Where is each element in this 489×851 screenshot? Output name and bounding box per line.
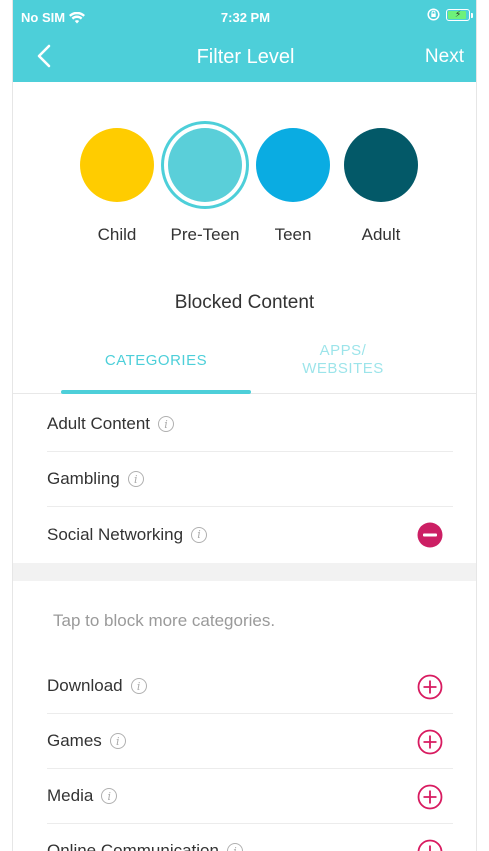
level-child[interactable]: Child [67, 118, 167, 245]
category-name: Media [47, 786, 94, 805]
available-category-row: Media i [47, 769, 453, 824]
blocked-content-title: Blocked Content [174, 292, 315, 313]
plus-circle-icon[interactable] [417, 729, 443, 755]
status-right: ⚡ [427, 8, 473, 21]
blocked-category-row: Gambling i [47, 452, 453, 507]
filter-level-selector: Child Pre-Teen Teen Adult [13, 118, 476, 248]
plus-circle-icon[interactable] [417, 839, 443, 851]
blocked-category-row: Adult Content i [47, 397, 453, 452]
orientation-lock-icon [427, 8, 440, 21]
tab-categories[interactable]: CATEGORIES [61, 336, 251, 394]
blocked-category-row: Social Networking i [47, 507, 453, 562]
category-name: Social Networking [47, 524, 184, 544]
block-more-hint: Tap to block more categories. [53, 611, 276, 630]
info-icon[interactable]: i [158, 416, 175, 432]
level-dot[interactable] [344, 128, 418, 202]
info-icon[interactable]: i [101, 788, 118, 804]
category-name: Download [47, 676, 123, 695]
level-dot-selected[interactable] [168, 128, 242, 202]
category-name: Gambling [47, 469, 120, 488]
category-name: Online Communication [47, 841, 219, 851]
info-icon[interactable]: i [109, 733, 126, 749]
available-category-row: Download i [47, 659, 453, 714]
level-label: Pre-Teen [170, 225, 240, 244]
tab-apps-label-line1: APPS/ [319, 342, 367, 359]
level-pre-teen[interactable]: Pre-Teen [155, 118, 255, 245]
tab-apps-websites[interactable]: APPS/ WEBSITES [253, 336, 433, 394]
level-adult[interactable]: Adult [331, 118, 431, 245]
category-name: Games [47, 731, 102, 750]
level-label: Teen [274, 225, 312, 244]
level-dot[interactable] [256, 128, 330, 202]
tab-apps-label-line2: WEBSITES [302, 360, 384, 377]
status-time: 7:32 PM [220, 10, 271, 25]
category-name: Adult Content [47, 414, 151, 433]
info-icon[interactable]: i [191, 526, 208, 543]
info-icon[interactable]: i [130, 678, 147, 694]
available-category-row: Online Communication i [47, 824, 453, 851]
nav-bar: Filter Level Next [13, 34, 476, 82]
tab-categories-label: CATEGORIES [104, 352, 208, 369]
level-dot[interactable] [80, 128, 154, 202]
available-category-row: Games i [47, 714, 453, 769]
level-label: Child [97, 225, 137, 244]
plus-circle-icon[interactable] [417, 784, 443, 810]
info-icon[interactable]: i [127, 471, 144, 487]
content-tabs: CATEGORIES APPS/ WEBSITES [13, 336, 476, 394]
info-icon[interactable]: i [226, 843, 243, 851]
battery-icon: ⚡ [446, 8, 473, 21]
page-title: Filter Level [196, 46, 295, 68]
level-teen[interactable]: Teen [243, 118, 343, 245]
plus-circle-icon[interactable] [417, 674, 443, 700]
section-separator [13, 563, 476, 581]
level-label: Adult [361, 225, 401, 244]
minus-circle-icon[interactable] [417, 522, 443, 548]
top-bar: No SIM 7:32 PM ⚡ Filter Level Next [13, 0, 476, 82]
next-button[interactable]: Next [425, 46, 464, 68]
app-frame: No SIM 7:32 PM ⚡ Filter Level Next Child… [12, 0, 477, 851]
status-bar: No SIM 7:32 PM ⚡ [13, 0, 476, 34]
